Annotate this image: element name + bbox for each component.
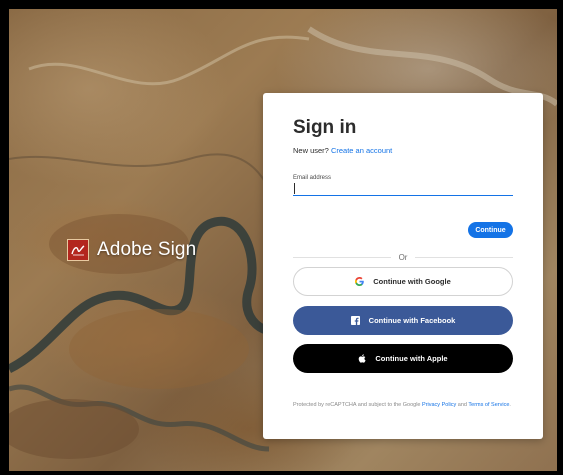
continue-button[interactable]: Continue (468, 222, 513, 238)
brand-name: Adobe Sign (97, 239, 197, 260)
email-field[interactable] (293, 183, 513, 196)
facebook-icon (350, 316, 360, 325)
recaptcha-notice: Protected by reCAPTCHA and subject to th… (293, 401, 515, 409)
facebook-button-label: Continue with Facebook (368, 316, 456, 325)
or-text: Or (398, 252, 408, 262)
divider-line-right (415, 256, 514, 258)
continue-with-facebook-button[interactable]: Continue with Facebook (293, 306, 513, 335)
background-aerial-image: Adobe Sign Sign in New user? Create an a… (9, 9, 557, 471)
new-user-text: New user? (293, 146, 329, 155)
recaptcha-and: and (457, 402, 467, 408)
recaptcha-prefix: Protected by reCAPTCHA and subject to th… (293, 402, 421, 408)
divider-line-left (293, 256, 391, 258)
apple-button-label: Continue with Apple (375, 354, 448, 363)
text-caret (294, 183, 295, 194)
signin-card: Sign in New user? Create an account Emai… (263, 93, 543, 439)
google-button-label: Continue with Google (373, 277, 451, 286)
page-title: Sign in (293, 117, 357, 138)
apple-icon (358, 354, 366, 363)
privacy-policy-link[interactable]: Privacy Policy (422, 402, 456, 408)
continue-with-apple-button[interactable]: Continue with Apple (293, 344, 513, 373)
recaptcha-suffix: . (509, 402, 511, 408)
continue-with-google-button[interactable]: Continue with Google (293, 267, 513, 296)
new-user-row: New user? Create an account (293, 146, 392, 155)
terms-of-service-link[interactable]: Terms of Service (468, 402, 509, 408)
adobe-sign-logo-icon (67, 239, 89, 261)
brand: Adobe Sign (67, 239, 196, 261)
email-label: Email address (293, 175, 332, 181)
create-account-link[interactable]: Create an account (331, 146, 392, 155)
google-icon (355, 277, 365, 286)
or-divider: Or (293, 252, 514, 262)
